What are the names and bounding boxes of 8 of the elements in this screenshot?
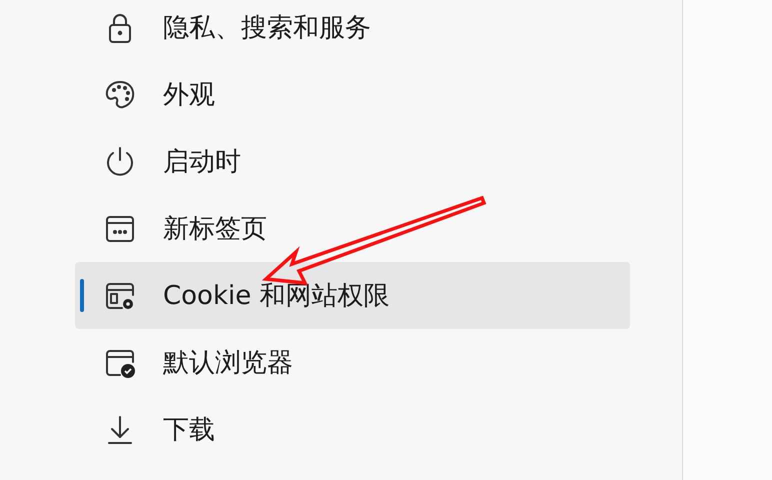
sidebar-item[interactable]: 新标签页	[75, 195, 630, 262]
sidebar-item[interactable]: 默认浏览器	[75, 329, 630, 396]
sidebar-item[interactable]: 启动时	[75, 128, 630, 195]
selection-indicator	[80, 279, 84, 312]
sidebar-item[interactable]: 下载	[75, 396, 630, 463]
sidebar-item[interactable]: Cookie 和网站权限	[75, 262, 630, 329]
sidebar-item[interactable]: 隐私、搜索和服务	[75, 0, 630, 61]
sidebar-item[interactable]: 外观	[75, 61, 630, 128]
